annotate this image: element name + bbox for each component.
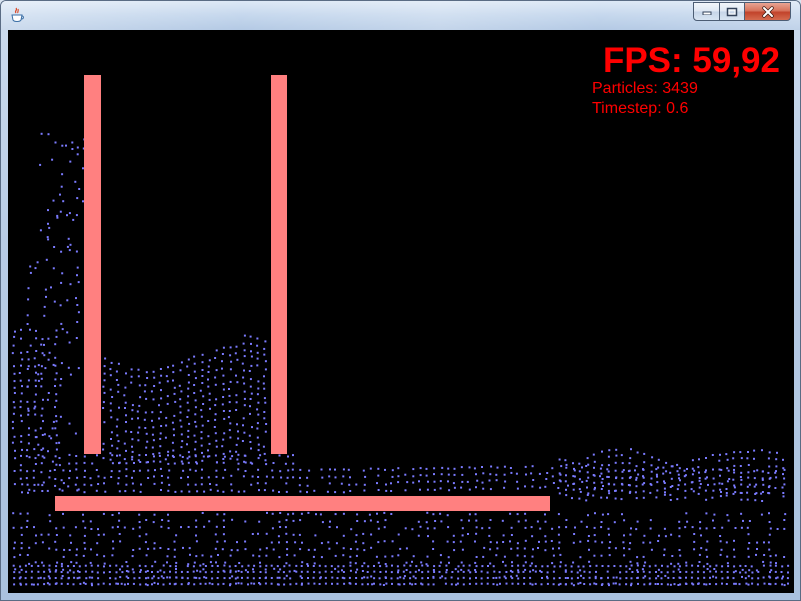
left-vertical-wall bbox=[84, 75, 101, 454]
close-button[interactable] bbox=[744, 2, 791, 21]
particle-count: Particles: 3439 bbox=[592, 80, 698, 97]
horizontal-floor-wall bbox=[55, 496, 550, 511]
simulation-canvas[interactable]: FPS: 59,92 Particles: 3439 Timestep: 0.6 bbox=[8, 30, 794, 593]
minimize-icon bbox=[702, 9, 712, 15]
minimize-button[interactable] bbox=[693, 2, 720, 21]
close-icon bbox=[761, 5, 775, 18]
title-bar[interactable] bbox=[1, 1, 800, 30]
maximize-button[interactable] bbox=[719, 2, 745, 21]
timestep-value: Timestep: 0.6 bbox=[592, 100, 689, 117]
fps-counter: FPS: 59,92 bbox=[602, 41, 780, 80]
application-window: FPS: 59,92 Particles: 3439 Timestep: 0.6 bbox=[0, 0, 801, 601]
java-icon[interactable] bbox=[10, 7, 24, 23]
right-vertical-wall bbox=[271, 75, 287, 454]
maximize-icon bbox=[726, 7, 738, 17]
particle-field bbox=[11, 132, 790, 587]
